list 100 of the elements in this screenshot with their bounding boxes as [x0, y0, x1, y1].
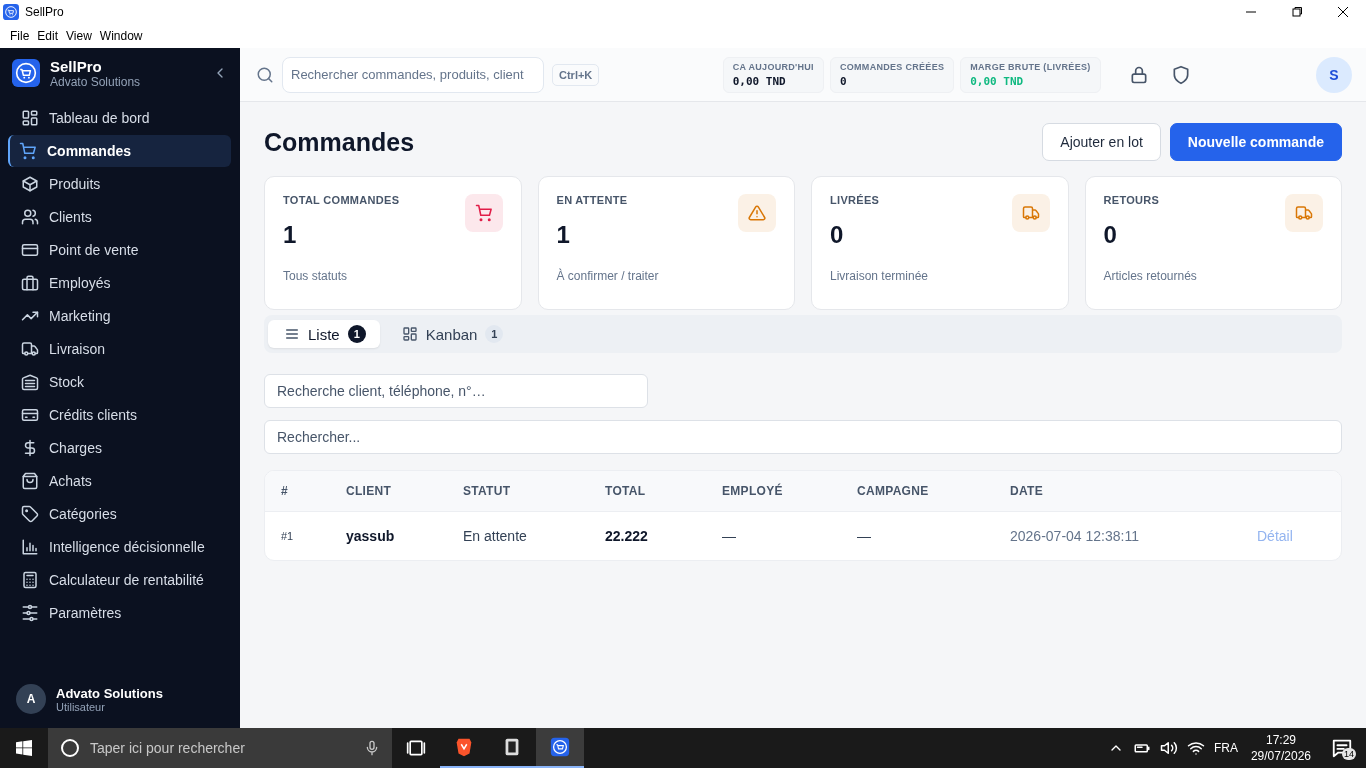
sidebar-item[interactable]: Intelligence décisionnelle [8, 531, 231, 563]
app-logo-taskbar-button[interactable] [536, 728, 584, 768]
user-avatar: A [16, 684, 46, 714]
maximize-icon [1292, 7, 1302, 17]
table-cell-text: En attente [463, 528, 528, 544]
table-cell-text: #1 [281, 530, 295, 542]
stat-label: MARGE BRUTE (LIVRÉES) [970, 61, 1091, 72]
column-header: TOTAL [605, 484, 647, 498]
brand-name: SellPro [50, 57, 103, 75]
card-label: LIVRÉES [830, 194, 881, 208]
card-label: EN ATTENTE [556, 194, 629, 208]
notification-count: 14 [1342, 748, 1356, 760]
sidebar-item[interactable]: Point de vente [8, 234, 231, 266]
card-caption: Livraison terminée [830, 269, 930, 286]
users-icon [21, 208, 39, 226]
sidebar-item[interactable]: Produits [8, 168, 231, 200]
volume-icon[interactable] [1159, 739, 1178, 757]
calculator-icon [21, 571, 39, 589]
tag-icon [21, 505, 39, 523]
language-indicator[interactable]: FRA [1213, 741, 1238, 755]
stat-label: CA AUJOURD'HUI [732, 61, 814, 72]
search-circle-icon [60, 738, 80, 758]
column-header: DATE [1010, 484, 1044, 498]
close-icon [1338, 7, 1348, 17]
card-caption: À confirmer / traiter [556, 269, 660, 286]
column-header: CAMPAGNE [857, 484, 930, 498]
search-field[interactable]: Rechercher commandes, produits, client [282, 56, 544, 93]
sidebar-item[interactable]: Crédits clients [8, 399, 231, 431]
search-icon [256, 65, 274, 84]
search-placeholder: Taper ici pour rechercher [90, 740, 246, 756]
count-badge: 1 [347, 325, 366, 343]
menu-item[interactable]: Window [95, 29, 147, 43]
column-header: CLIENT [346, 484, 393, 498]
windows-logo-icon [16, 740, 32, 756]
wifi-icon[interactable] [1186, 739, 1205, 757]
sidebar-item[interactable]: Marketing [8, 300, 231, 332]
table-cell-text: — [722, 528, 737, 544]
sidebar-item[interactable]: Stock [8, 366, 231, 398]
sidebar-item[interactable]: Employés [8, 267, 231, 299]
table-cell-text: yassub [346, 528, 396, 544]
card-value: 0 [830, 220, 845, 250]
briefcase-icon [21, 274, 39, 292]
bag-icon [21, 472, 39, 490]
app-logo-icon [12, 59, 40, 87]
page-title: Commandes [264, 127, 416, 157]
card-value: 0 [1103, 220, 1118, 250]
sidebar-item[interactable]: Achats [8, 465, 231, 497]
list-icon [284, 326, 300, 342]
microphone-icon [364, 740, 380, 756]
window-title: SellPro [25, 5, 64, 19]
task-view-icon[interactable] [406, 738, 426, 758]
view-tab[interactable]: Kanban 1 [385, 320, 518, 348]
sidebar-item[interactable]: Paramètres [8, 597, 231, 629]
grid-icon [401, 326, 418, 342]
stat-value: 0,00 TND [732, 74, 787, 88]
sidebar-item[interactable]: Livraison [8, 333, 231, 365]
sidebar-item[interactable]: Clients [8, 201, 231, 233]
sidebar-item[interactable]: Catégories [8, 498, 231, 530]
clock[interactable]: 17:29 29/07/2026 [1250, 732, 1311, 764]
view-tab[interactable]: Liste 1 [268, 320, 380, 348]
user-role: Utilisateur [56, 700, 106, 713]
count-badge: 1 [485, 325, 504, 343]
card-caption: Tous statuts [283, 269, 349, 286]
dashboard-icon [21, 109, 39, 127]
search-field[interactable]: Rechercher... [264, 420, 1342, 454]
menu-item[interactable]: Edit [33, 29, 63, 43]
card-value: 1 [283, 220, 298, 250]
notification-icon[interactable] [1331, 737, 1353, 759]
sliders-icon [21, 604, 39, 622]
card-icon [21, 241, 39, 259]
app-logo-icon [3, 4, 19, 20]
sidebar-item[interactable]: Tableau de bord [8, 102, 231, 134]
bar-chart-icon [21, 538, 39, 556]
clock-date: 29/07/2026 [1250, 748, 1311, 764]
card-icon [21, 406, 39, 424]
taskbar-search-field[interactable]: Taper ici pour rechercher [48, 728, 392, 768]
truck-icon [21, 340, 39, 358]
card-label: RETOURS [1103, 194, 1161, 208]
sidebar-item[interactable]: Calculateur de rentabilité [8, 564, 231, 596]
brand-subtitle: Advato Solutions [50, 74, 142, 89]
column-header: # [281, 484, 289, 498]
menu-item[interactable]: View [62, 29, 96, 43]
user-avatar[interactable]: S [1316, 56, 1352, 93]
column-header: STATUT [463, 484, 512, 498]
menu-item[interactable]: File [6, 29, 34, 43]
box-icon [21, 175, 39, 193]
stat-value: 0,00 TND [970, 74, 1025, 88]
table-cell-text: 22.222 [605, 528, 649, 544]
stat-label: COMMANDES CRÉÉES [839, 61, 945, 72]
search-field[interactable]: Recherche client, téléphone, n°… [264, 374, 648, 408]
sidebar-item[interactable]: Charges [8, 432, 231, 464]
user-name: Advato Solutions [56, 685, 163, 701]
new-order-button[interactable]: Nouvelle commande [1169, 123, 1342, 161]
clock-time: 17:29 [1265, 732, 1296, 748]
app-logo-icon [549, 736, 571, 758]
batch-add-button[interactable]: Ajouter en lot [1042, 123, 1161, 161]
warehouse-icon [21, 373, 39, 391]
cart-icon [19, 142, 37, 160]
sidebar-item[interactable]: Commandes [8, 135, 231, 167]
card-value: 1 [556, 220, 571, 250]
